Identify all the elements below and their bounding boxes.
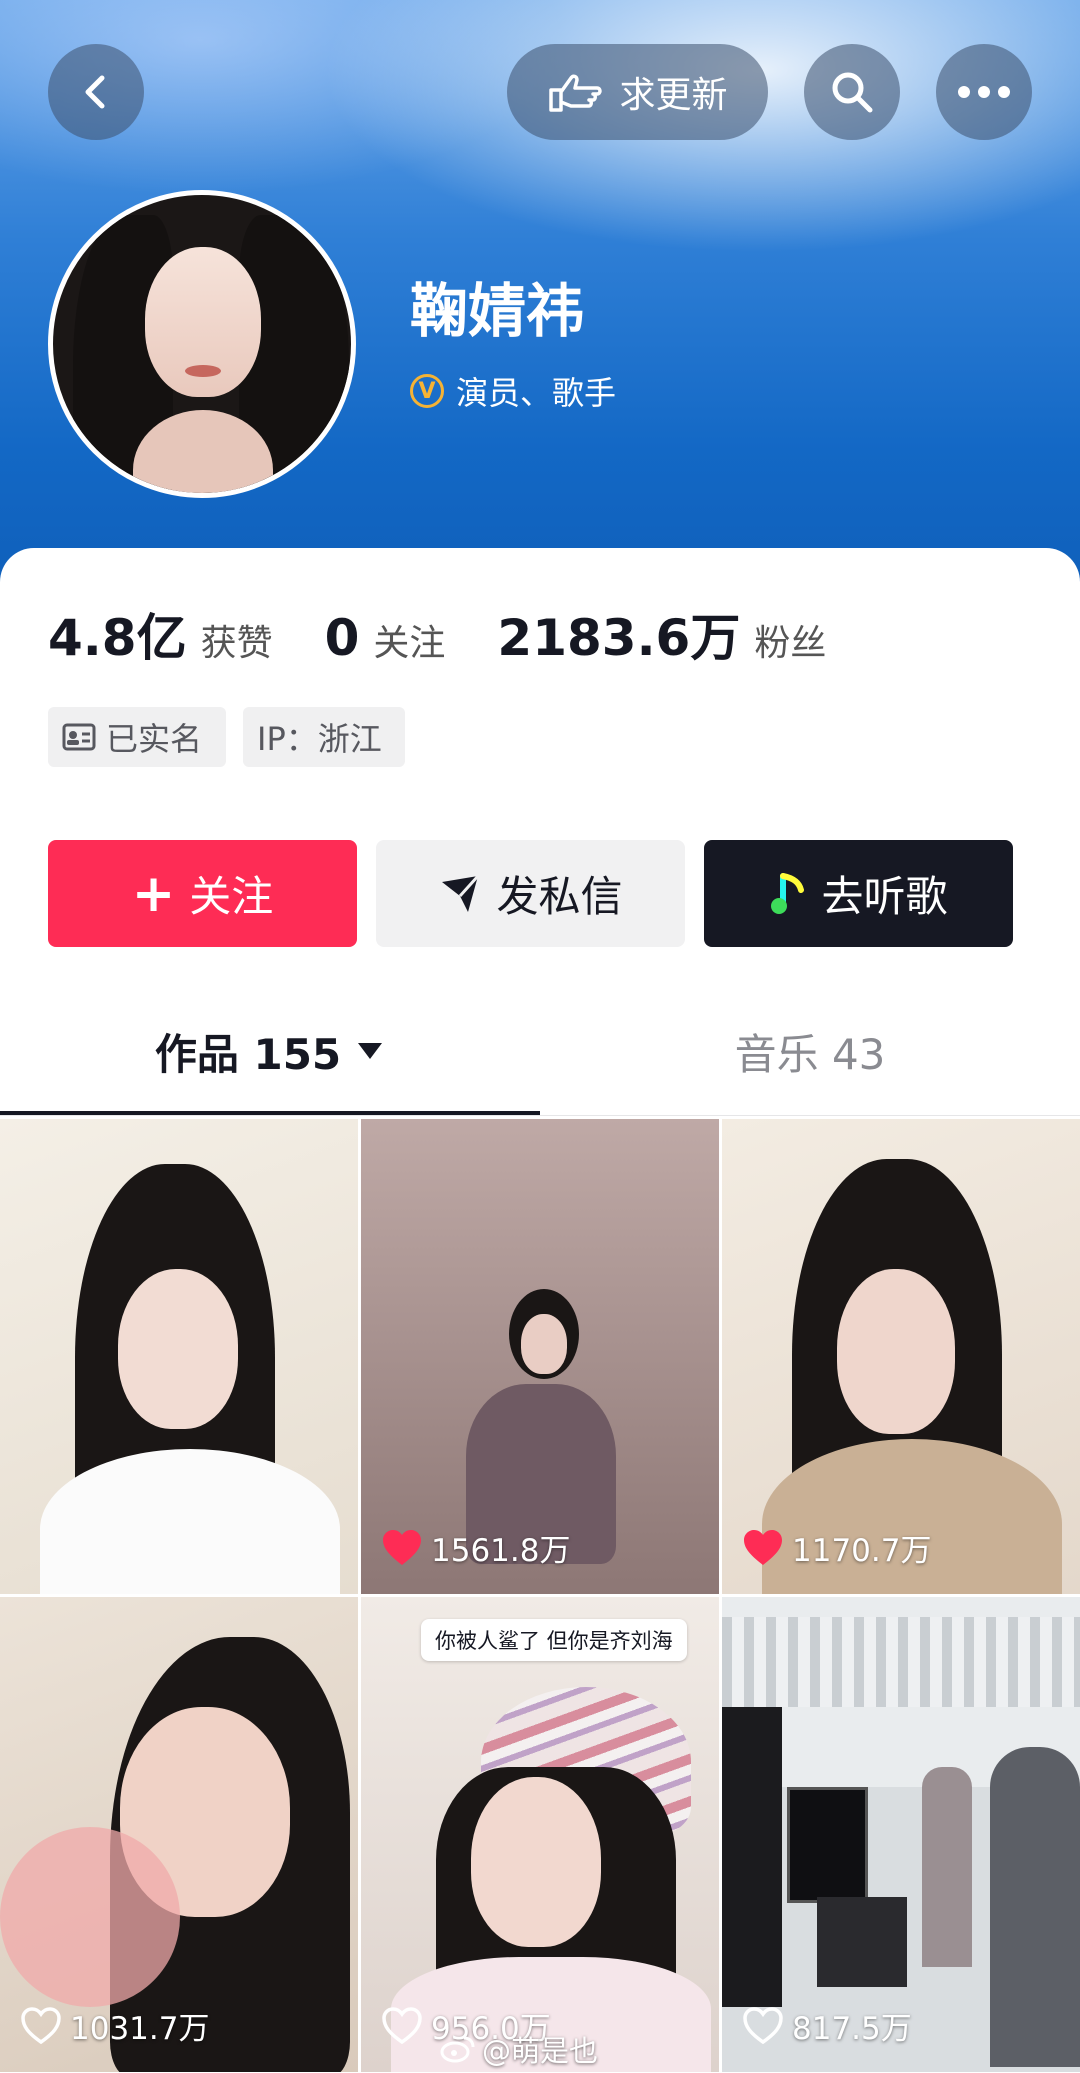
request-update-label: 求更新 bbox=[619, 75, 728, 116]
tab-music[interactable]: 音乐 43 bbox=[540, 990, 1080, 1112]
caret-down-icon bbox=[358, 1043, 383, 1059]
weibo-logo-icon bbox=[440, 2036, 475, 2063]
ip-location-tag: IP：浙江 bbox=[243, 707, 405, 767]
pointing-hand-icon bbox=[549, 74, 603, 112]
video-likes: 817.5万 bbox=[742, 2003, 912, 2048]
watermark-text: @萌是也 bbox=[482, 2034, 599, 2068]
following-label[interactable]: 关注 bbox=[373, 614, 445, 666]
content-tabs: 作品 155 音乐 43 bbox=[0, 990, 1080, 1115]
back-button[interactable] bbox=[48, 44, 144, 140]
likes-count: 4.8亿 bbox=[48, 609, 187, 667]
heart-outline-icon bbox=[21, 2006, 61, 2044]
avatar[interactable] bbox=[48, 190, 356, 498]
video-likes-count: 1561.8万 bbox=[431, 1533, 571, 1569]
tab-music-label: 音乐 43 bbox=[734, 1029, 886, 1079]
search-button[interactable] bbox=[804, 44, 900, 140]
id-card-icon bbox=[62, 723, 96, 751]
following-count[interactable]: 0 bbox=[325, 609, 360, 667]
verified-title-text: 演员、歌手 bbox=[456, 374, 617, 412]
search-icon bbox=[832, 72, 873, 113]
more-dots-icon bbox=[958, 86, 1010, 98]
chevron-left-icon bbox=[85, 75, 105, 109]
video-thumbnail[interactable]: 1170.7万 bbox=[722, 1119, 1080, 1594]
heart-outline-icon bbox=[743, 2006, 783, 2044]
video-likes: 1170.7万 bbox=[742, 1525, 931, 1570]
video-likes: 1031.7万 bbox=[20, 2003, 209, 2048]
paper-plane-icon bbox=[442, 874, 480, 912]
video-likes-count: 1031.7万 bbox=[70, 2011, 210, 2047]
heart-outline-icon bbox=[382, 2006, 422, 2044]
send-message-button[interactable]: 发私信 bbox=[376, 840, 685, 947]
followers-count[interactable]: 2183.6万 bbox=[497, 598, 740, 670]
profile-name: 鞠婧祎 bbox=[410, 277, 585, 345]
video-thumbnail[interactable]: 1561.8万 bbox=[361, 1119, 719, 1594]
ip-location-label: IP：浙江 bbox=[257, 720, 382, 758]
heart-filled-icon bbox=[744, 1529, 782, 1565]
verified-badge-icon: V bbox=[410, 374, 444, 408]
request-update-button[interactable]: 求更新 bbox=[507, 44, 768, 140]
tab-works-label: 作品 155 bbox=[154, 1029, 342, 1079]
video-likes-count: 1170.7万 bbox=[792, 1533, 932, 1569]
follow-label: 关注 bbox=[189, 872, 274, 921]
video-caption: 你被人鲨了 但你是齐刘海 bbox=[421, 1619, 687, 1661]
music-note-icon bbox=[771, 872, 805, 914]
listen-music-label: 去听歌 bbox=[821, 872, 948, 921]
watermark: @萌是也 bbox=[440, 2028, 598, 2070]
real-name-label: 已实名 bbox=[106, 720, 203, 758]
listen-music-button[interactable]: 去听歌 bbox=[704, 840, 1013, 947]
profile-stats: 4.8亿 获赞 0 关注 2183.6万 粉丝 bbox=[48, 598, 826, 670]
verified-title: V 演员、歌手 bbox=[410, 368, 616, 414]
likes-label: 获赞 bbox=[200, 623, 273, 664]
followers-label[interactable]: 粉丝 bbox=[754, 614, 826, 666]
video-likes-count: 817.5万 bbox=[792, 2011, 912, 2047]
video-thumbnail[interactable]: 1031.7万 bbox=[0, 1597, 358, 2072]
video-thumbnail[interactable] bbox=[0, 1119, 358, 1594]
follow-button[interactable]: + 关注 bbox=[48, 840, 357, 947]
video-thumbnail[interactable]: 817.5万 bbox=[722, 1597, 1080, 2072]
tab-divider bbox=[0, 1115, 1080, 1116]
real-name-tag: 已实名 bbox=[48, 707, 226, 767]
heart-filled-icon bbox=[383, 1529, 421, 1565]
send-message-label: 发私信 bbox=[496, 872, 623, 921]
video-likes: 1561.8万 bbox=[381, 1525, 570, 1570]
plus-icon: + bbox=[131, 863, 176, 924]
more-options-button[interactable] bbox=[936, 44, 1032, 140]
tab-works[interactable]: 作品 155 bbox=[0, 990, 540, 1112]
video-thumbnail[interactable]: 你被人鲨了 但你是齐刘海 956.0万 bbox=[361, 1597, 719, 2072]
